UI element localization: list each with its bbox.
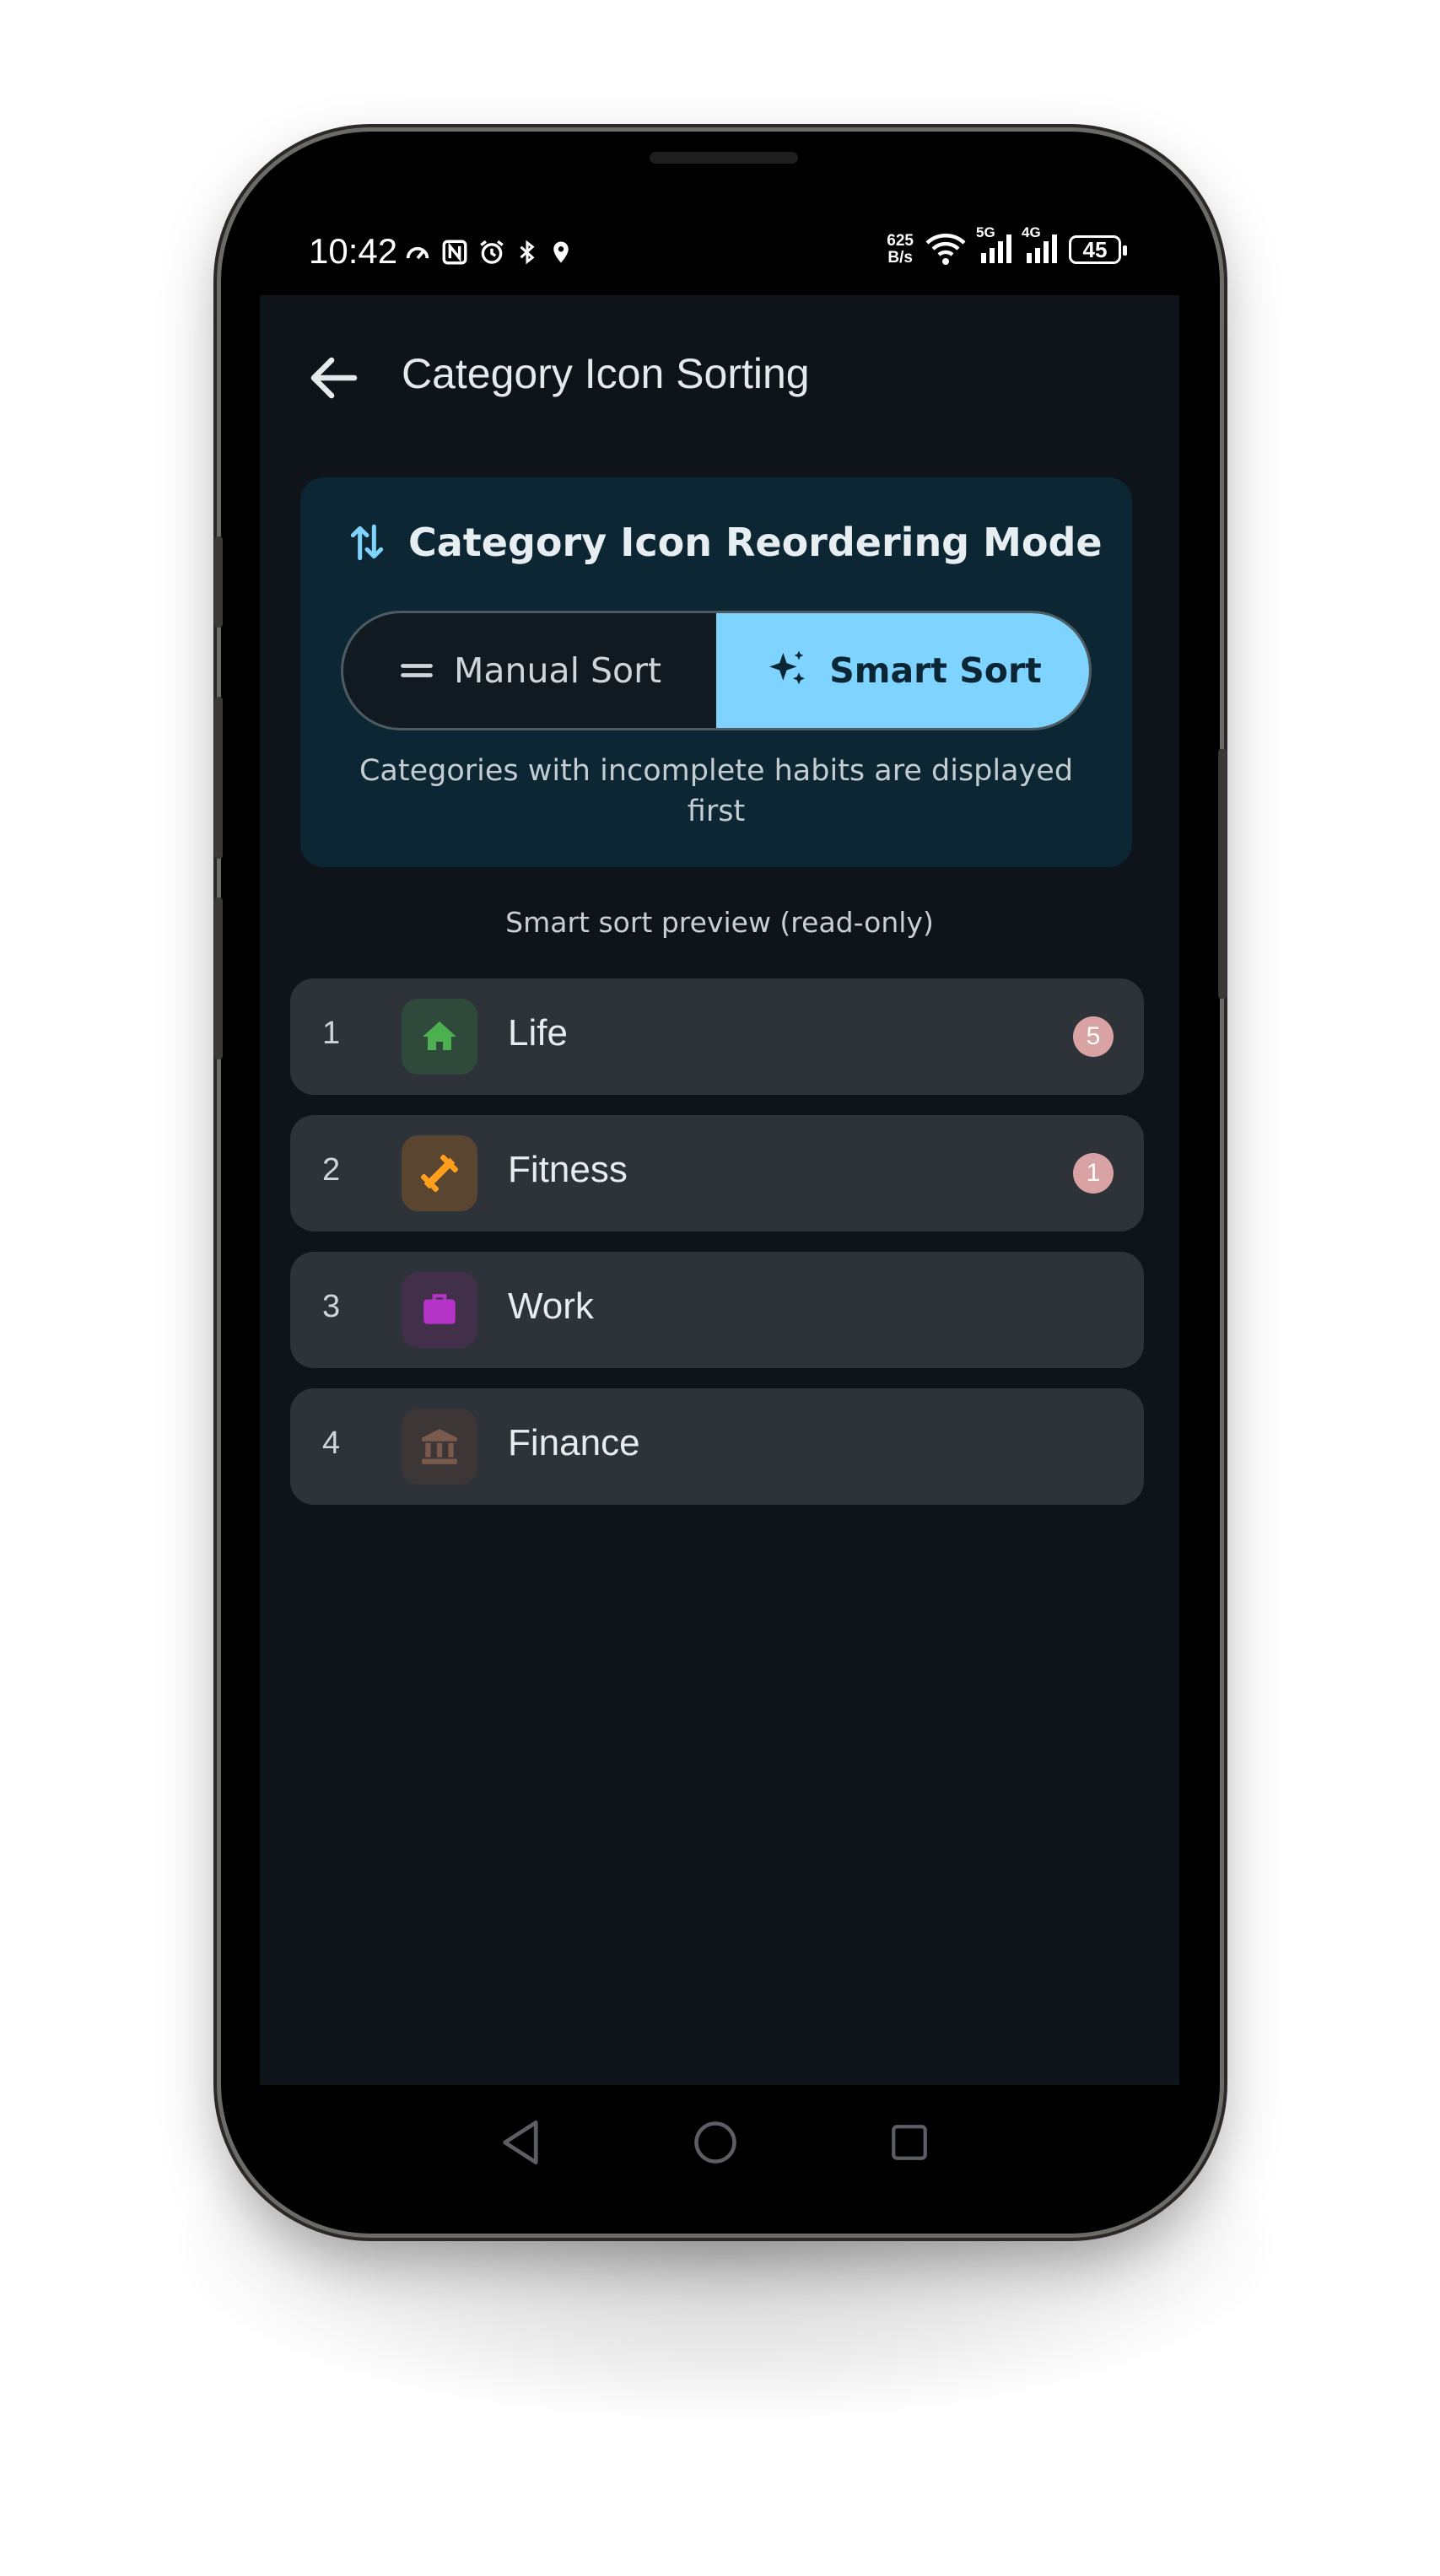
wifi-icon <box>925 234 966 265</box>
category-label: Life <box>508 1012 568 1054</box>
system-nav-bar <box>260 2085 1179 2196</box>
speed-meter-icon <box>406 246 429 260</box>
category-row-fitness: 2 Fitness 1 <box>290 1115 1144 1231</box>
category-row-work: 3 Work <box>290 1252 1144 1368</box>
circle-home-icon <box>694 2121 736 2164</box>
net-speed: 625 B/s <box>887 233 914 267</box>
dumbbell-icon <box>420 1154 459 1193</box>
power-button <box>1218 749 1227 999</box>
status-time: 10:42 <box>309 231 398 271</box>
category-row-life: 1 Life 5 <box>290 978 1144 1095</box>
smart-sort-label: Smart Sort <box>829 650 1042 691</box>
battery-icon: 45 <box>1069 235 1127 264</box>
nav-recents-button[interactable] <box>876 2109 943 2176</box>
status-bar: 10:42 625 B/s 5G 4G 45 <box>0 216 1440 288</box>
triangle-back-icon <box>503 2120 538 2165</box>
nav-back-button[interactable] <box>488 2109 555 2176</box>
status-icons-right: 625 B/s 5G 4G 45 <box>887 224 1127 267</box>
card-header: Category Icon Reordering Mode <box>349 520 1103 565</box>
category-icon-tile <box>402 1409 477 1485</box>
home-icon <box>423 1021 456 1050</box>
app-bar: Category Icon Sorting <box>260 295 1179 455</box>
nfc-icon <box>442 240 467 265</box>
signal-4g: 4G <box>1022 224 1057 267</box>
category-label: Fitness <box>508 1149 628 1190</box>
signal-5g: 5G <box>976 224 1011 267</box>
category-row-finance: 4 Finance <box>290 1388 1144 1505</box>
app-screen: Category Icon Sorting Category Icon Reor… <box>260 295 1179 2085</box>
category-label: Work <box>508 1285 594 1327</box>
volume-up-button <box>214 536 223 628</box>
alarm-icon <box>480 240 504 264</box>
row-rank: 3 <box>322 1289 341 1324</box>
row-rank: 2 <box>322 1152 341 1188</box>
location-icon <box>553 241 569 263</box>
arrow-left-icon <box>310 357 358 399</box>
bank-icon <box>422 1429 457 1464</box>
sort-mode-toggle: Manual Sort Smart Sort <box>341 611 1092 730</box>
incomplete-count-badge: 5 <box>1073 1016 1114 1057</box>
category-label: Finance <box>508 1422 640 1463</box>
row-rank: 1 <box>322 1016 341 1051</box>
back-button[interactable] <box>304 348 364 408</box>
signal-5g-label: 5G <box>976 224 995 240</box>
page-title: Category Icon Sorting <box>402 350 810 397</box>
incomplete-count-badge: 1 <box>1073 1153 1114 1194</box>
category-icon-tile <box>402 1272 477 1348</box>
earpiece-speaker <box>650 152 798 164</box>
status-icons-left <box>403 238 574 267</box>
manual-sort-button[interactable]: Manual Sort <box>343 613 716 728</box>
nav-home-button[interactable] <box>682 2109 749 2176</box>
manual-sort-label: Manual Sort <box>453 650 662 691</box>
sort-arrows-icon <box>350 524 384 561</box>
side-key-button <box>214 897 223 1059</box>
smart-sort-button[interactable]: Smart Sort <box>716 613 1089 728</box>
sparkle-icon <box>769 650 806 685</box>
bluetooth-icon <box>520 240 535 265</box>
preview-label: Smart sort preview (read-only) <box>505 906 934 939</box>
card-title: Category Icon Reordering Mode <box>408 520 1103 565</box>
net-speed-value: 625 <box>887 232 914 250</box>
signal-4g-label: 4G <box>1022 224 1041 240</box>
mode-description: Categories with incomplete habits are di… <box>359 754 1074 828</box>
drag-handle-icon <box>401 664 433 677</box>
square-recents-icon <box>892 2125 927 2160</box>
volume-down-button <box>214 697 223 859</box>
category-icon-tile <box>402 1135 477 1211</box>
net-speed-unit: B/s <box>887 249 913 267</box>
briefcase-icon <box>423 1294 456 1324</box>
reorder-mode-card: Category Icon Reordering Mode Manual Sor… <box>300 477 1132 867</box>
category-icon-tile <box>402 999 477 1075</box>
row-rank: 4 <box>322 1425 341 1461</box>
